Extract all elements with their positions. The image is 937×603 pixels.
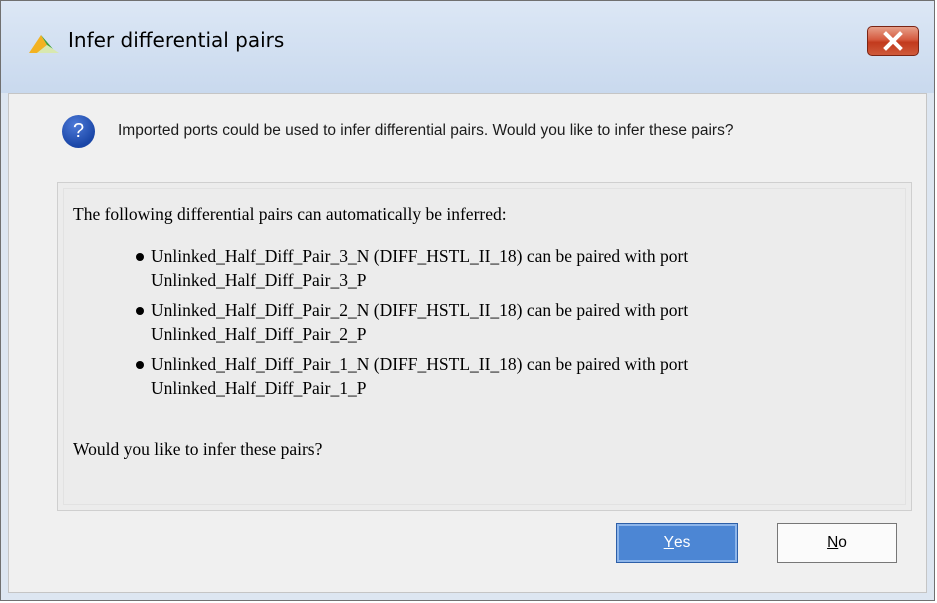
prompt-message: Imported ports could be used to infer di… bbox=[118, 122, 734, 139]
bullet-icon bbox=[136, 361, 144, 369]
dialog-title: Infer differential pairs bbox=[68, 28, 285, 52]
close-button[interactable] bbox=[867, 26, 919, 56]
title-bar[interactable]: Infer differential pairs bbox=[1, 1, 934, 93]
close-icon bbox=[883, 31, 903, 51]
list-item: Unlinked_Half_Diff_Pair_3_N (DIFF_HSTL_I… bbox=[136, 244, 688, 292]
pair-target-port: Unlinked_Half_Diff_Pair_3_P bbox=[151, 270, 367, 290]
question-icon: ? bbox=[62, 115, 95, 148]
no-button-label: o bbox=[838, 534, 847, 551]
bullet-icon bbox=[136, 307, 144, 315]
bullet-icon bbox=[136, 253, 144, 261]
yes-button-label: es bbox=[673, 534, 691, 551]
dialog-body: ? Imported ports could be used to infer … bbox=[8, 93, 927, 593]
pair-description: Unlinked_Half_Diff_Pair_3_N (DIFF_HSTL_I… bbox=[151, 246, 689, 266]
no-button[interactable]: No bbox=[777, 523, 897, 563]
pair-description: Unlinked_Half_Diff_Pair_1_N (DIFF_HSTL_I… bbox=[151, 354, 689, 374]
list-item: Unlinked_Half_Diff_Pair_2_N (DIFF_HSTL_I… bbox=[136, 298, 688, 346]
pair-description: Unlinked_Half_Diff_Pair_2_N (DIFF_HSTL_I… bbox=[151, 300, 689, 320]
pair-list: Unlinked_Half_Diff_Pair_3_N (DIFF_HSTL_I… bbox=[136, 244, 688, 406]
details-heading: The following differential pairs can aut… bbox=[73, 204, 507, 224]
app-logo-icon bbox=[29, 35, 59, 53]
pair-target-port: Unlinked_Half_Diff_Pair_2_P bbox=[151, 324, 367, 344]
list-item: Unlinked_Half_Diff_Pair_1_N (DIFF_HSTL_I… bbox=[136, 352, 688, 400]
yes-button[interactable]: Yes bbox=[616, 523, 738, 563]
pair-target-port: Unlinked_Half_Diff_Pair_1_P bbox=[151, 378, 367, 398]
details-question: Would you like to infer these pairs? bbox=[73, 439, 323, 459]
no-button-mnemonic: N bbox=[827, 534, 839, 551]
yes-button-mnemonic: Y bbox=[663, 534, 674, 551]
details-panel-inner: The following differential pairs can aut… bbox=[63, 188, 906, 505]
dialog-window: Infer differential pairs ? Imported port… bbox=[0, 0, 935, 601]
details-panel: The following differential pairs can aut… bbox=[57, 182, 912, 511]
